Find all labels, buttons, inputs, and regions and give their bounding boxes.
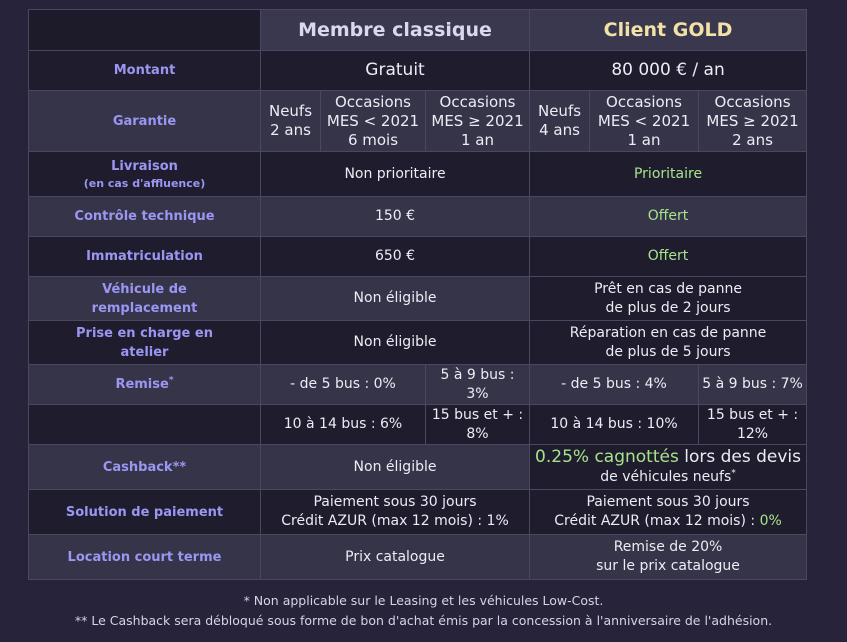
remise-classic-tier3: 10 à 14 bus : 6% xyxy=(260,404,426,445)
atelier-gold: Réparation en cas de panne de plus de 5 j… xyxy=(529,320,808,365)
livraison-gold: Prioritaire xyxy=(529,151,808,197)
cashback-classic: Non éligible xyxy=(259,444,531,490)
row-paiement: Solution de paiement Paiement sous 30 jo… xyxy=(28,489,808,535)
vehicule-gold: Prêt en cas de panne de plus de 2 jours xyxy=(529,276,808,321)
remise-gold-tier2: 5 à 9 bus : 7% xyxy=(698,364,808,405)
location-gold: Remise de 20% sur le prix catalogue xyxy=(529,534,808,580)
garantie-classic-occ-after: Occasions MES ≥ 2021 1 an xyxy=(424,90,531,152)
header-empty-cell xyxy=(28,9,261,51)
row-atelier: Prise en charge en atelier Non éligible R… xyxy=(28,320,808,365)
row-controle: Contrôle technique 150 € Offert xyxy=(28,196,808,237)
label-location: Location court terme xyxy=(28,534,261,580)
remise-gold-tier1: - de 5 bus : 4% xyxy=(529,364,700,405)
footnote-1: * Non applicable sur le Leasing et les v… xyxy=(243,593,604,608)
remise-classic-tier1: - de 5 bus : 0% xyxy=(260,364,426,405)
row-garantie: Garantie Neufs 2 ans Occasions MES < 2021 6… xyxy=(28,90,808,152)
row-livraison: Livraison (en cas d'affluence) Non priori… xyxy=(28,151,808,197)
cashback-gold: 0.25% cagnottés lors des devis de véhicu… xyxy=(529,444,808,490)
header-gold: Client GOLD xyxy=(529,9,808,51)
montant-gold: 80 000 € / an xyxy=(529,50,808,91)
garantie-gold-occ-before: Occasions MES < 2021 1 an xyxy=(589,90,700,152)
row-montant: Montant Gratuit 80 000 € / an xyxy=(28,50,808,91)
remise-gold-tier3: 10 à 14 bus : 10% xyxy=(529,404,700,445)
atelier-classic: Non éligible xyxy=(259,320,531,365)
paiement-classic: Paiement sous 30 jours Crédit AZUR (max 1… xyxy=(259,489,531,535)
vehicule-classic: Non éligible xyxy=(259,276,531,321)
montant-classic: Gratuit xyxy=(259,50,531,91)
row-immatriculation: Immatriculation 650 € Offert xyxy=(28,236,808,277)
label-vehicule: Véhicule de remplacement xyxy=(28,276,261,321)
garantie-classic-neufs: Neufs 2 ans xyxy=(260,90,321,152)
label-paiement: Solution de paiement xyxy=(28,489,261,535)
membership-comparison-table: Membre classique Client GOLD Montant Gra… xyxy=(28,9,808,580)
paiement-gold: Paiement sous 30 jours Crédit AZUR (max 1… xyxy=(529,489,808,535)
label-controle: Contrôle technique xyxy=(28,196,261,237)
row-remise-1: Remise* - de 5 bus : 0% 5 à 9 bus : 3% -… xyxy=(28,364,808,405)
remise-empty-label xyxy=(28,404,261,445)
row-cashback: Cashback** Non éligible 0.25% cagnottés … xyxy=(28,444,808,490)
cashback-highlight: 0.25% cagnottés xyxy=(535,446,679,467)
row-location: Location court terme Prix catalogue Remi… xyxy=(28,534,808,580)
remise-classic-tier2: 5 à 9 bus : 3% xyxy=(424,364,531,405)
location-classic: Prix catalogue xyxy=(259,534,531,580)
immat-gold: Offert xyxy=(529,236,808,277)
header-classic: Membre classique xyxy=(259,9,531,51)
label-garantie: Garantie xyxy=(28,90,261,152)
label-montant: Montant xyxy=(28,50,261,91)
controle-gold: Offert xyxy=(529,196,808,237)
row-remise-2: 10 à 14 bus : 6% 15 bus et + : 8% 10 à 1… xyxy=(28,404,808,445)
livraison-classic: Non prioritaire xyxy=(259,151,531,197)
label-cashback: Cashback** xyxy=(28,444,261,490)
garantie-classic-occ-before: Occasions MES < 2021 6 mois xyxy=(320,90,426,152)
footnote-2: ** Le Cashback sera débloqué sous forme … xyxy=(74,613,773,628)
immat-classic: 650 € xyxy=(259,236,531,277)
label-remise: Remise* xyxy=(28,364,261,405)
remise-classic-tier4: 15 bus et + : 8% xyxy=(424,404,531,445)
label-immatriculation: Immatriculation xyxy=(28,236,261,277)
garantie-gold-neufs: Neufs 4 ans xyxy=(529,90,591,152)
remise-gold-tier4: 15 bus et + : 12% xyxy=(698,404,808,445)
controle-classic: 150 € xyxy=(259,196,531,237)
garantie-gold-occ-after: Occasions MES ≥ 2021 2 ans xyxy=(698,90,808,152)
label-livraison: Livraison (en cas d'affluence) xyxy=(28,151,261,197)
label-atelier: Prise en charge en atelier xyxy=(28,320,261,365)
row-vehicule: Véhicule de remplacement Non éligible Prê… xyxy=(28,276,808,321)
